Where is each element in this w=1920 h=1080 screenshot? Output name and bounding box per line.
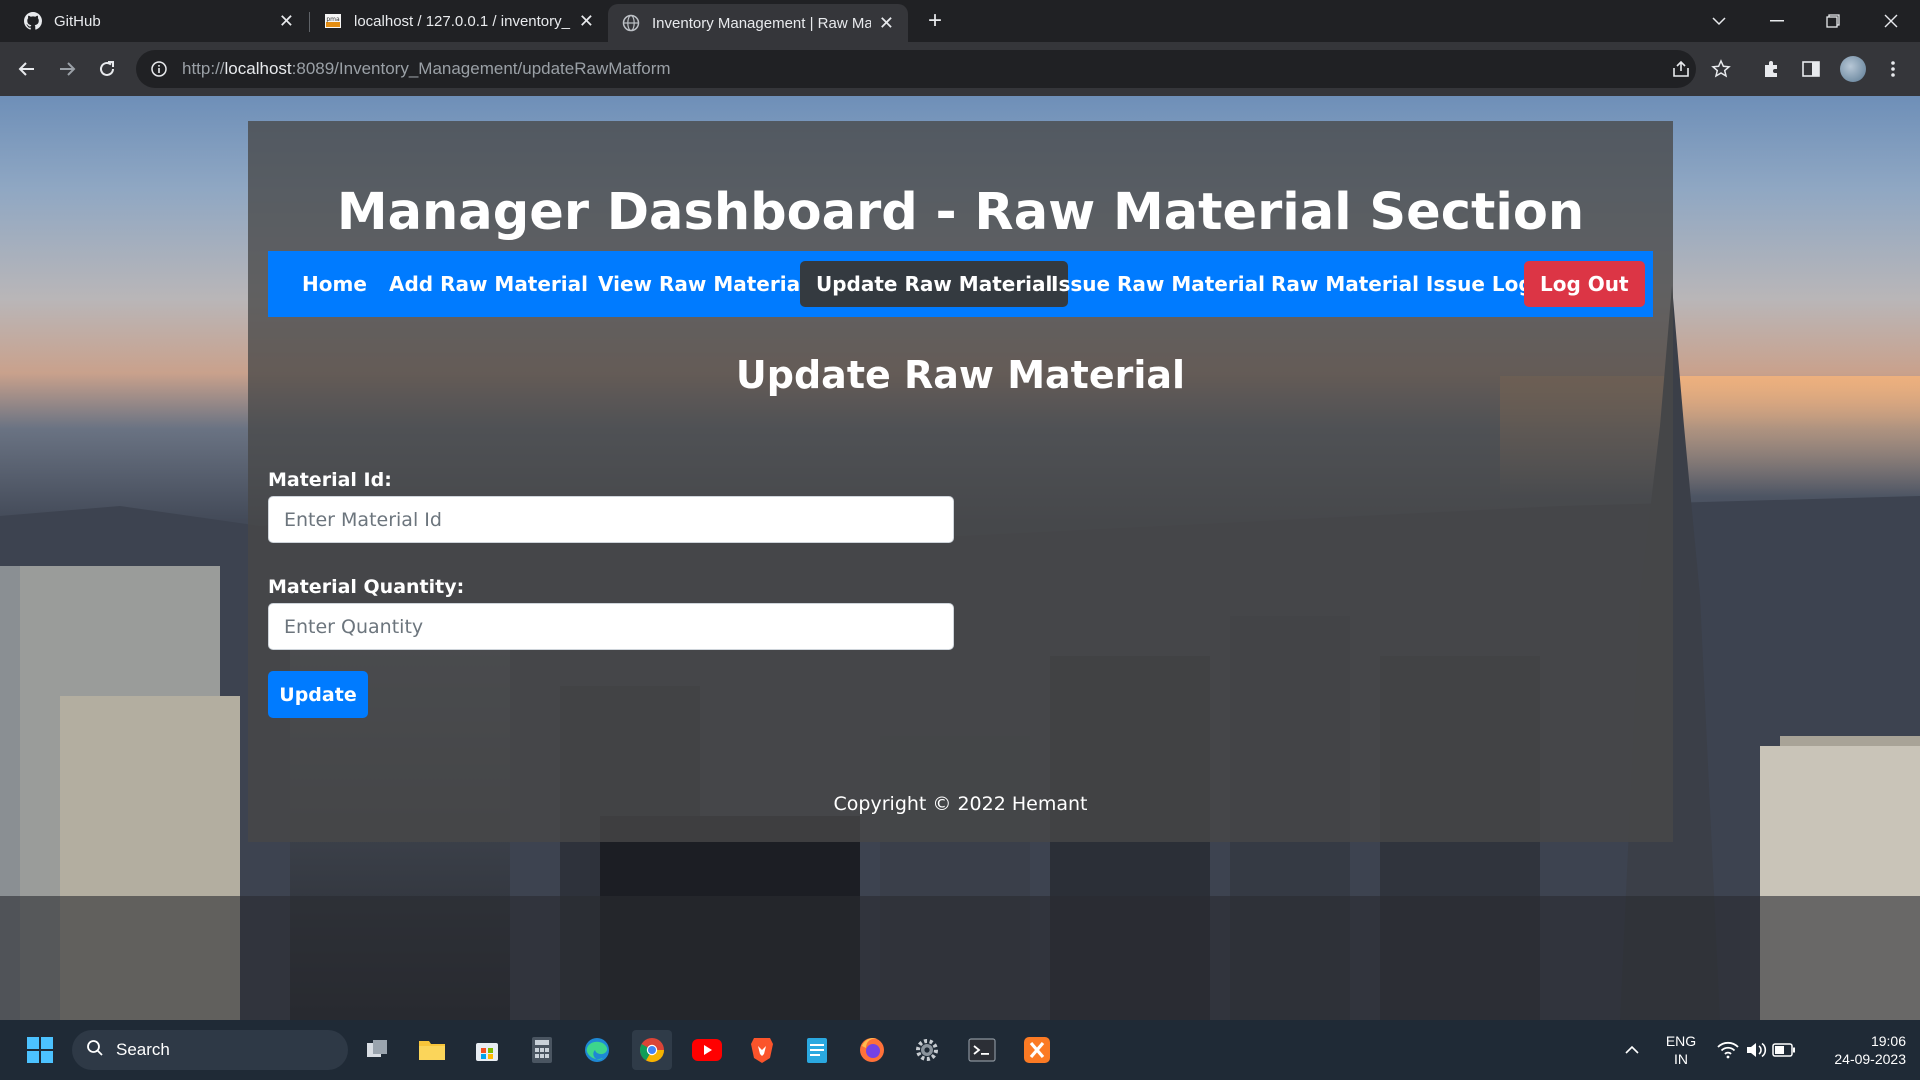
dashboard-panel: Manager Dashboard - Raw Material Section… (248, 121, 1673, 842)
new-tab-button[interactable]: + (920, 6, 950, 36)
main-navbar: Home Add Raw Material View Raw Material … (268, 251, 1653, 317)
clock-date: 24-09-2023 (1834, 1051, 1906, 1067)
nav-home[interactable]: Home (286, 261, 383, 307)
tab-title: GitHub (54, 12, 101, 30)
nav-raw-material-issue-log[interactable]: Raw Material Issue Log (1255, 261, 1549, 307)
tab-phpmyadmin[interactable]: pma localhost / 127.0.0.1 / inventory_ ✕ (310, 0, 608, 42)
nav-update-raw-material[interactable]: Update Raw Material (800, 261, 1069, 307)
material-quantity-input[interactable] (268, 603, 954, 650)
search-label: Search (116, 1040, 170, 1059)
update-button[interactable]: Update (268, 671, 368, 718)
notepad-icon[interactable] (797, 1030, 837, 1070)
close-tab-icon[interactable]: ✕ (579, 11, 594, 32)
file-explorer-icon[interactable] (412, 1030, 452, 1070)
edge-browser-icon[interactable] (577, 1030, 617, 1070)
close-window-icon[interactable] (1866, 0, 1916, 42)
show-hidden-icons-chevron-icon[interactable] (1612, 1030, 1652, 1070)
site-info-icon[interactable] (150, 60, 168, 78)
input-language-indicator[interactable]: ENG IN (1662, 1032, 1700, 1068)
footer-copyright: Copyright © 2022 Hemant (833, 793, 1088, 815)
tab-title: localhost / 127.0.0.1 / inventory_ (354, 12, 570, 30)
url-text: http://localhost:8089/Inventory_Manageme… (182, 59, 671, 79)
tab-title: Inventory Management | Raw Ma (652, 14, 871, 32)
page-viewport: Manager Dashboard - Raw Material Section… (0, 96, 1920, 1020)
youtube-icon[interactable] (687, 1030, 727, 1070)
side-panel-icon[interactable] (1798, 56, 1824, 82)
extensions-puzzle-icon[interactable] (1758, 56, 1784, 82)
url-scheme: http:// (182, 59, 225, 78)
tab-inventory-management[interactable]: Inventory Management | Raw Ma ✕ (608, 4, 908, 42)
globe-icon (622, 14, 640, 32)
forward-arrow-icon[interactable] (52, 54, 82, 84)
nav-view-raw-material[interactable]: View Raw Material (582, 261, 823, 307)
svg-text:pma: pma (326, 16, 340, 23)
url-path: :8089/Inventory_Management/updateRawMatf… (291, 59, 671, 78)
section-title: Update Raw Material (735, 353, 1186, 397)
page-title: Manager Dashboard - Raw Material Section (336, 183, 1585, 242)
restore-window-icon[interactable] (1808, 0, 1858, 42)
tab-search-chevron-icon[interactable] (1694, 0, 1744, 42)
clock-time: 19:06 (1870, 1033, 1906, 1049)
brave-browser-icon[interactable] (742, 1030, 782, 1070)
language-code: ENG (1665, 1033, 1697, 1049)
material-id-label: Material Id: (268, 469, 392, 491)
minimize-window-icon[interactable] (1752, 0, 1802, 42)
share-icon[interactable] (1668, 56, 1694, 82)
phpmyadmin-icon: pma (324, 12, 342, 30)
region-code: IN (1674, 1051, 1688, 1067)
microsoft-store-icon[interactable] (467, 1030, 507, 1070)
url-host: localhost (224, 59, 292, 78)
nav-add-raw-material[interactable]: Add Raw Material (373, 261, 604, 307)
tab-github[interactable]: GitHub ✕ (10, 0, 308, 42)
calculator-icon[interactable] (522, 1030, 562, 1070)
bookmark-star-icon[interactable] (1708, 56, 1734, 82)
material-quantity-label: Material Quantity: (268, 576, 465, 598)
material-id-input[interactable] (268, 496, 954, 543)
github-icon (24, 12, 42, 30)
firefox-icon[interactable] (852, 1030, 892, 1070)
windows-taskbar: Search ENG IN 19:06 24-09-2023 (0, 1020, 1920, 1080)
system-clock[interactable]: 19:06 24-09-2023 (1810, 1032, 1906, 1068)
address-bar[interactable]: http://localhost:8089/Inventory_Manageme… (136, 50, 1696, 88)
profile-avatar[interactable] (1840, 56, 1866, 82)
windows-start-icon[interactable] (20, 1030, 60, 1070)
browser-tab-strip: GitHub ✕ pma localhost / 127.0.0.1 / inv… (0, 0, 1920, 42)
taskbar-search-box[interactable]: Search (72, 1030, 348, 1070)
browser-menu-icon[interactable] (1880, 56, 1906, 82)
nav-issue-raw-material[interactable]: Issue Raw Material (1035, 261, 1281, 307)
logout-button[interactable]: Log Out (1524, 261, 1645, 307)
close-tab-icon[interactable]: ✕ (879, 13, 894, 34)
reload-icon[interactable] (92, 54, 122, 84)
terminal-icon[interactable] (962, 1030, 1002, 1070)
chrome-browser-icon[interactable] (632, 1030, 672, 1070)
close-tab-icon[interactable]: ✕ (279, 11, 294, 32)
xampp-icon[interactable] (1017, 1030, 1057, 1070)
battery-icon[interactable] (1764, 1030, 1804, 1070)
task-view-icon[interactable] (357, 1030, 397, 1070)
back-arrow-icon[interactable] (12, 54, 42, 84)
search-icon (86, 1039, 104, 1062)
browser-toolbar: http://localhost:8089/Inventory_Manageme… (0, 42, 1920, 96)
settings-gear-icon[interactable] (907, 1030, 947, 1070)
